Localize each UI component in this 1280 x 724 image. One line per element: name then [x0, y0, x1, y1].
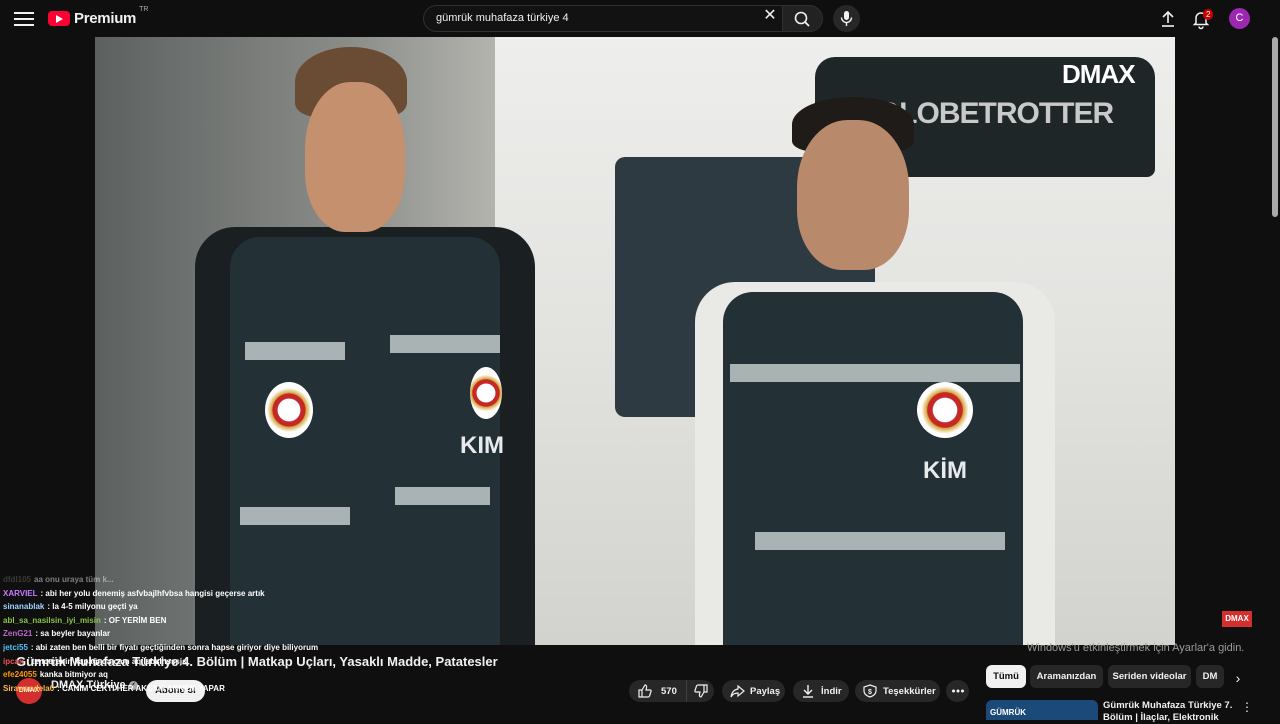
chat-username[interactable]: XARVIEL — [3, 589, 38, 598]
chat-message: XARVIEL: abi her yolu denemiş asfvbajlhf… — [3, 587, 323, 601]
chat-username[interactable]: abl_sa_nasilsin_iyi_misin — [3, 616, 101, 625]
chat-username[interactable]: sinanablak — [3, 602, 44, 611]
scrollbar[interactable] — [1272, 37, 1278, 217]
chat-message: dfdl105 aa onu uraya tüm k... — [3, 573, 323, 587]
more-actions-button[interactable] — [946, 680, 969, 702]
chat-message: abl_sa_nasilsin_iyi_misin: OF YERİM BEN — [3, 614, 323, 628]
chat-username[interactable]: jetci55 — [3, 643, 28, 652]
dislike-button[interactable] — [687, 680, 714, 702]
share-label: Paylaş — [750, 685, 781, 697]
download-label: İndir — [821, 685, 842, 697]
logo-text: Premium — [74, 10, 137, 27]
chat-username[interactable]: ZenG21 — [3, 629, 32, 638]
live-chat-overlay: dfdl105 aa onu uraya tüm k... XARVIEL: abi… — [3, 573, 323, 695]
chat-message: sinanablak: la 4-5 milyonu geçti ya — [3, 600, 323, 614]
chat-message: jetci55: abi zaten ben belli bir fiyatı … — [3, 641, 323, 655]
windows-activation-notice: Windows'u etkinleştirmek için Ayarlar'a … — [1027, 642, 1245, 654]
svg-text:$: $ — [868, 689, 872, 696]
chat-message: Sirawendela0: CANIM CEKTI HER AKSAM ANNE… — [3, 682, 323, 696]
youtube-premium-logo[interactable]: Premium TR — [48, 6, 148, 27]
chat-username[interactable]: ipcan — [3, 657, 24, 666]
chat-text: : sa beyler bayanlar — [35, 629, 111, 639]
video-person-left: KIM — [175, 37, 555, 645]
avatar[interactable]: C — [1229, 8, 1250, 29]
chip-from-search[interactable]: Aramanızdan — [1030, 665, 1103, 688]
upload-icon — [1162, 10, 1174, 27]
chat-text: : OF YERİM BEN — [103, 615, 167, 625]
chip-dmax[interactable]: DM — [1196, 665, 1224, 688]
more-horizontal-icon — [951, 689, 964, 693]
search-icon — [794, 11, 810, 27]
chat-text: kanka bitmiyor aq — [39, 670, 108, 680]
chat-message: ipcan: tencerenin kapağı da cam aq lsbsl… — [3, 655, 323, 669]
vest-label: KIM — [460, 432, 504, 459]
youtube-play-icon — [48, 11, 70, 26]
chat-username[interactable]: Sirawendela0 — [3, 684, 54, 693]
chat-message: efe24055 kanka bitmiyor aq — [3, 668, 323, 682]
microphone-icon — [840, 11, 853, 26]
chat-username[interactable]: dfdl105 — [3, 575, 31, 584]
search-button[interactable] — [783, 5, 823, 32]
like-count: 570 — [661, 685, 677, 697]
search-input[interactable] — [434, 11, 748, 25]
thanks-label: Teşekkürler — [883, 685, 936, 697]
menu-icon[interactable] — [14, 8, 34, 28]
download-button[interactable]: İndir — [793, 680, 849, 702]
chat-text: : tencerenin kapağı da cam aq lsbslhsşsj… — [26, 656, 187, 666]
more-vertical-icon[interactable]: ⋮ — [1241, 700, 1253, 714]
thumbs-down-icon — [693, 684, 708, 698]
clear-search-icon[interactable]: ✕ — [763, 8, 777, 24]
dmax-corner-logo: DMAX — [1222, 611, 1252, 627]
share-button[interactable]: Paylaş — [722, 680, 785, 702]
share-icon — [730, 684, 745, 698]
chat-text: : CANIM CEKTI HER AKSAM ANNEM YAPAR — [57, 683, 225, 693]
like-button[interactable]: 570 — [629, 680, 687, 702]
chat-username[interactable]: efe24055 — [3, 670, 37, 679]
chat-text: aa onu uraya tüm k... — [34, 575, 114, 584]
chat-text: : abi her yolu denemiş asfvbajlhfvbsa ha… — [40, 588, 265, 598]
like-dislike-group: 570 — [629, 680, 714, 702]
voice-search-button[interactable] — [833, 5, 860, 32]
download-icon — [803, 685, 813, 698]
dmax-watermark: DMAX — [1062, 59, 1136, 89]
chip-series-videos[interactable]: Seriden videolar — [1108, 665, 1191, 688]
search-box — [423, 5, 783, 32]
vest-label: KİM — [923, 457, 967, 484]
video-person-right: KİM — [695, 92, 1055, 645]
chat-message: ZenG21: sa beyler bayanlar — [3, 627, 323, 641]
super-thanks-icon: $ — [863, 684, 877, 698]
logo-country-code: TR — [139, 6, 149, 13]
video-player[interactable]: GLOBETROTTER KIM KİM DMAX — [95, 37, 1175, 645]
recommendation-thumbnail[interactable]: GÜMRÜK — [986, 700, 1098, 720]
chat-text: : abi zaten ben belli bir fiyatı geçtiği… — [30, 642, 319, 652]
chip-all[interactable]: Tümü — [986, 665, 1026, 688]
top-bar: Premium TR ✕ 2 C — [0, 0, 1280, 37]
chat-text: : la 4-5 milyonu geçti ya — [47, 602, 138, 612]
upload-button[interactable] — [1156, 7, 1180, 31]
thumbs-up-icon — [638, 684, 652, 698]
recommendation-title[interactable]: Gümrük Muhafaza Türkiye 7. Bölüm | İlaçl… — [1103, 700, 1233, 724]
thanks-button[interactable]: $ Teşekkürler — [855, 680, 940, 702]
chevron-right-icon[interactable]: › — [1228, 668, 1248, 688]
